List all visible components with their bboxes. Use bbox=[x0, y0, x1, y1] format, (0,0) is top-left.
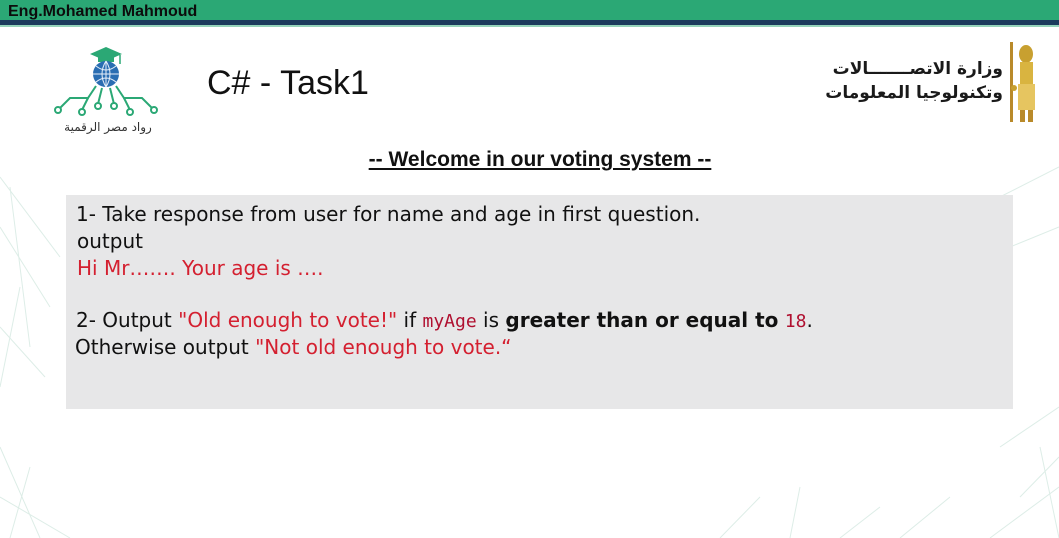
q2-value: 18 bbox=[784, 311, 807, 332]
q2-condition: greater than or equal to bbox=[505, 308, 779, 332]
task-output-label: output bbox=[77, 229, 143, 253]
ministry-logo-text: وزارة الاتصـــــــالات وتكنولوجيا المعلو… bbox=[825, 57, 1003, 105]
task-question-2: 2- Output "Old enough to vote!" if myAge… bbox=[76, 307, 813, 335]
welcome-heading: -- Welcome in our voting system -- bbox=[368, 148, 712, 171]
q3-false-message: "Not old enough to vote.“ bbox=[255, 335, 512, 359]
q2-variable: myAge bbox=[422, 311, 477, 332]
q2-period: . bbox=[806, 308, 813, 332]
task-question-3: Otherwise output "Not old enough to vote… bbox=[75, 334, 512, 360]
logo-left-caption: رواد مصر الرقمية bbox=[64, 120, 152, 134]
task-box: 1- Take response from user for name and … bbox=[66, 195, 1013, 409]
ministry-line-1: وزارة الاتصـــــــالات bbox=[832, 59, 1003, 79]
author-name: Eng.Mohamed Mahmoud bbox=[8, 3, 198, 20]
q2-if: if bbox=[397, 308, 423, 332]
slide-title: C# - Task1 bbox=[207, 64, 369, 102]
q3-prefix: Otherwise output bbox=[75, 335, 256, 359]
q2-prefix: 2- Output bbox=[76, 308, 179, 332]
task-output-example: Hi Mr……. Your age is …. bbox=[77, 256, 324, 280]
q2-true-message: "Old enough to vote!" bbox=[178, 308, 398, 332]
ministry-line-2: وتكنولوجيا المعلومات bbox=[825, 83, 1003, 103]
pharaonic-figure-icon bbox=[1010, 42, 1035, 122]
q2-is: is bbox=[476, 308, 506, 332]
task-question-1: 1- Take response from user for name and … bbox=[76, 202, 701, 226]
